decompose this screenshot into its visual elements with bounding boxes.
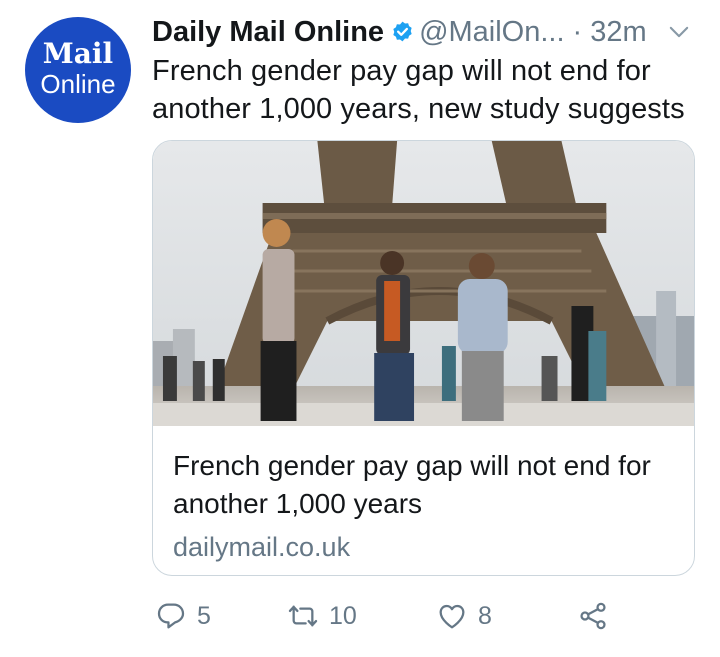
avatar[interactable]: Mail Online — [25, 17, 131, 123]
verified-badge-icon — [393, 21, 412, 41]
retweet-button[interactable]: 10 — [287, 596, 357, 636]
author-name[interactable]: Daily Mail Online — [152, 16, 384, 49]
chevron-down-icon[interactable] — [665, 18, 693, 46]
reply-icon — [157, 603, 185, 629]
tweet-actions: 5 10 8 — [152, 596, 712, 636]
link-card[interactable]: French gender pay gap will not end for a… — [152, 140, 695, 576]
reply-button[interactable]: 5 — [155, 596, 211, 636]
retweet-icon — [288, 605, 318, 627]
card-body: French gender pay gap will not end for a… — [173, 447, 674, 567]
tweet-text: French gender pay gap will not end for a… — [152, 55, 685, 125]
heart-icon — [439, 604, 465, 629]
avatar-text-line2: Online — [40, 69, 116, 99]
card-domain: dailymail.co.uk — [173, 532, 351, 562]
like-count: 8 — [478, 601, 492, 630]
card-image — [153, 141, 694, 426]
avatar-text-line1: Mail — [42, 37, 114, 70]
tweet-header: Daily Mail Online @MailOn... · 32m — [152, 12, 647, 52]
share-icon — [580, 602, 606, 630]
share-button[interactable] — [577, 596, 609, 636]
like-button[interactable]: 8 — [436, 596, 492, 636]
reply-count: 5 — [197, 601, 211, 630]
timestamp[interactable]: · 32m — [573, 16, 647, 49]
card-title: French gender pay gap will not end for a… — [173, 450, 651, 519]
author-handle[interactable]: @MailOn... — [419, 16, 564, 49]
retweet-count: 10 — [329, 601, 357, 630]
